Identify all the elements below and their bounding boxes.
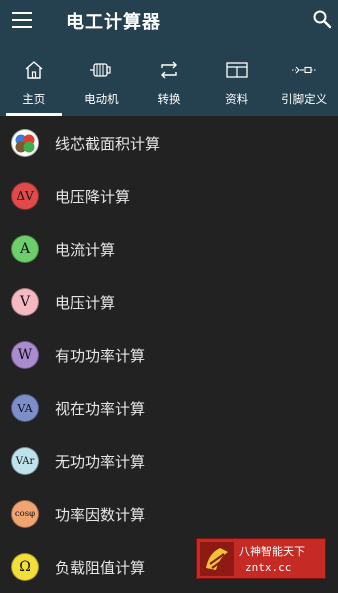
list-item-label: 有功功率计算 — [55, 347, 146, 365]
tab-label: 引脚定义 — [281, 92, 328, 106]
list-item-label: 视在功率计算 — [55, 400, 146, 418]
list-item-label: 电流计算 — [55, 241, 116, 259]
pinout-icon — [292, 60, 317, 80]
app-title: 电工计算器 — [66, 12, 161, 33]
list-item-power-factor[interactable]: cosφ 功率因数计算 — [0, 487, 338, 540]
list-item-voltage-drop[interactable]: ΔV 电压降计算 — [0, 169, 338, 222]
resistance-icon: Ω — [11, 553, 39, 581]
tab-label: 转换 — [157, 92, 181, 106]
site-watermark: 八神智能天下 zntx.cc — [196, 538, 326, 579]
tab-label: 资料 — [225, 92, 249, 106]
list-item-voltage[interactable]: V 电压计算 — [0, 275, 338, 328]
app-bar: 电工计算器 — [0, 0, 338, 40]
voltage-icon: V — [11, 288, 39, 316]
list-item-label: 功率因数计算 — [55, 506, 146, 524]
tab-home[interactable]: 主页 — [0, 40, 68, 116]
list-item-label: 电压计算 — [55, 294, 116, 312]
list-item-label: 电压降计算 — [55, 188, 131, 206]
list-item-label: 线芯截面积计算 — [55, 135, 161, 153]
list-item-label: 负载阻值计算 — [55, 559, 146, 577]
active-power-icon: W — [11, 341, 39, 369]
current-icon: A — [11, 235, 39, 263]
motor-icon — [89, 60, 113, 80]
tab-label: 主页 — [22, 92, 46, 106]
wire-cross-section-icon — [11, 129, 39, 157]
list-item-wire-cross-section[interactable]: 线芯截面积计算 — [0, 116, 338, 169]
watermark-logo-icon — [200, 542, 234, 576]
tab-bar: 主页 电动机 转换 资料 引脚定义 — [0, 40, 338, 116]
list-item-reactive-power[interactable]: VAr 无功功率计算 — [0, 434, 338, 487]
tab-label: 电动机 — [84, 92, 119, 106]
list-item-current[interactable]: A 电流计算 — [0, 222, 338, 275]
apparent-power-icon: VA — [11, 394, 39, 422]
home-icon — [22, 60, 46, 80]
list-item-active-power[interactable]: W 有功功率计算 — [0, 328, 338, 381]
reactive-power-icon: VAr — [11, 447, 39, 475]
voltage-drop-icon: ΔV — [11, 182, 39, 210]
calculator-list: 线芯截面积计算 ΔV 电压降计算 A 电流计算 V 电压计算 W 有功功率计算 … — [0, 116, 338, 593]
power-factor-icon: cosφ — [11, 500, 39, 528]
tab-reference[interactable]: 资料 — [203, 40, 271, 116]
watermark-url: zntx.cc — [245, 561, 292, 574]
tab-pinout[interactable]: 引脚定义 — [270, 40, 338, 116]
list-item-label: 无功功率计算 — [55, 453, 146, 471]
tab-motor[interactable]: 电动机 — [68, 40, 136, 116]
watermark-title: 八神智能天下 — [239, 545, 305, 558]
menu-icon[interactable] — [12, 10, 34, 30]
search-icon[interactable] — [312, 9, 332, 29]
convert-icon — [157, 60, 181, 80]
tab-convert[interactable]: 转换 — [135, 40, 203, 116]
list-item-apparent-power[interactable]: VA 视在功率计算 — [0, 381, 338, 434]
book-icon — [225, 60, 249, 80]
